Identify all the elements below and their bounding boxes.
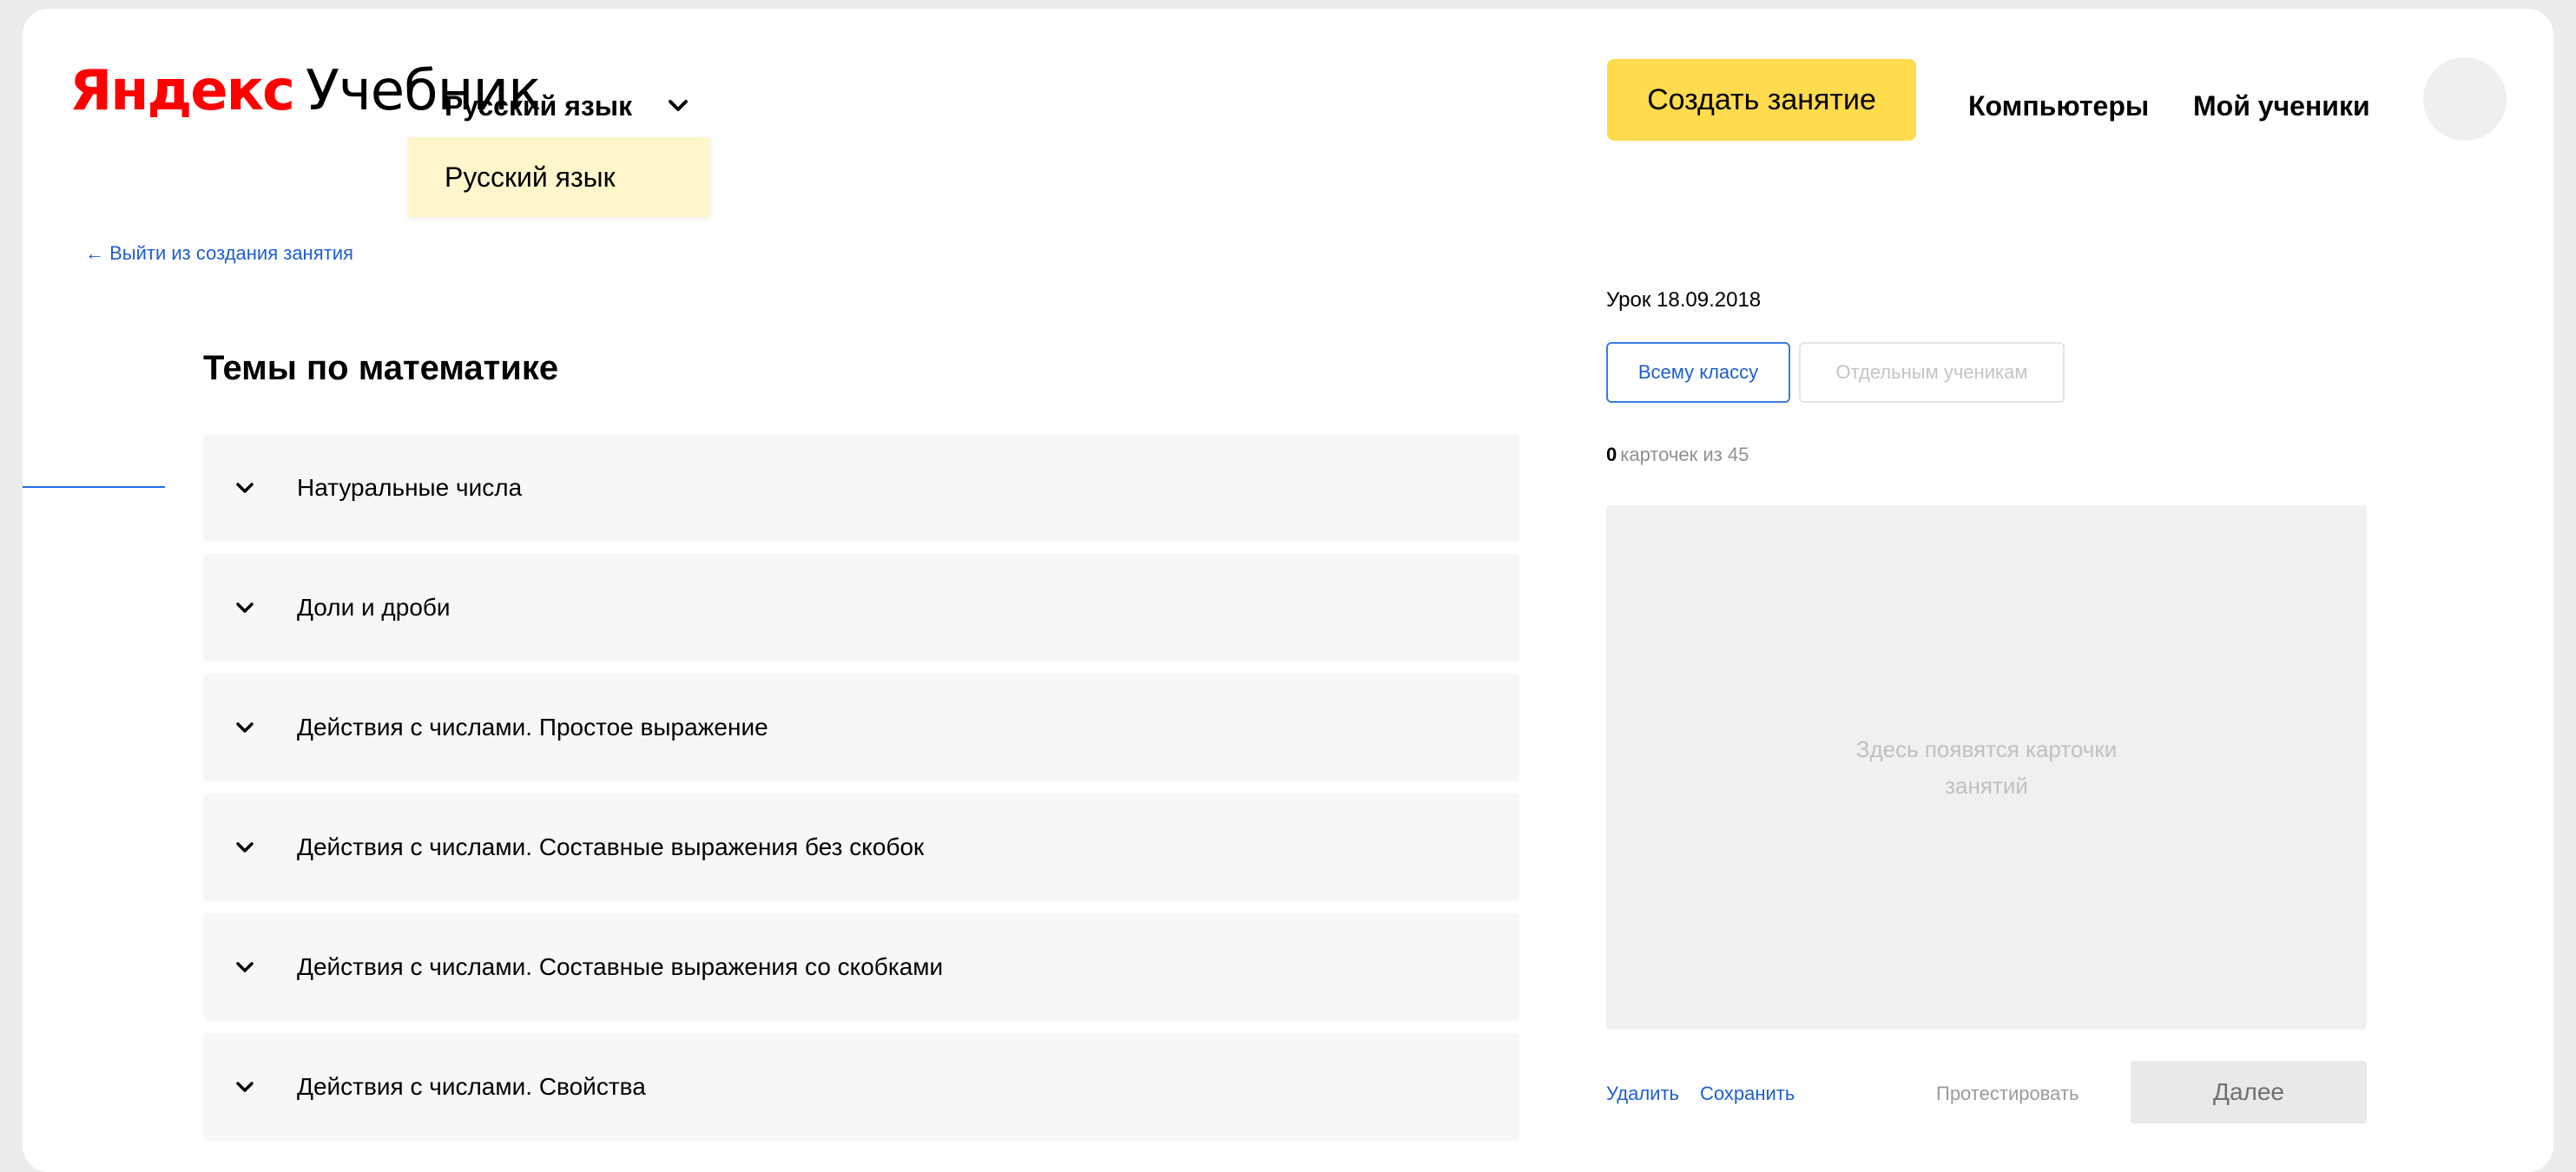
topic-label: Действия с числами. Свойства [297,1073,646,1100]
chevron-down-icon [227,830,262,865]
chevron-down-icon [227,950,262,984]
avatar[interactable] [2423,57,2507,141]
tab-whole-class[interactable]: Всему классу [1606,342,1790,403]
subject-selected-label: Русский язык [445,90,633,122]
topic-item[interactable]: Действия с числами. Свойства [203,1033,1519,1141]
topics-title: Темы по математике [203,349,559,387]
topic-item[interactable]: Доли и дроби [203,554,1519,662]
nav-my-students[interactable]: Мой ученики [2193,85,2370,127]
cards-counter: 0 карточек из 45 [1606,438,1749,472]
exit-lesson-creation-link[interactable]: ← Выйти из создания занятия [85,236,353,271]
chevron-down-icon [227,471,262,505]
logo-brand: Яндекс [69,59,295,123]
topic-label: Доли и дроби [297,594,451,621]
subject-dropdown-item[interactable]: Русский язык [408,137,710,217]
chevron-down-icon [227,1070,262,1104]
chevron-down-icon [669,100,688,111]
save-link[interactable]: Сохранить [1700,1077,1795,1111]
topic-label: Натуральные числа [297,474,523,501]
delete-link[interactable]: Удалить [1606,1077,1679,1111]
test-link[interactable]: Протестировать [1936,1077,2079,1111]
topic-item[interactable]: Действия с числами. Составные выражения … [203,913,1519,1021]
lesson-title: Урок 18.09.2018 [1606,288,1762,312]
create-lesson-button[interactable]: Создать занятие [1607,59,1916,141]
tab-individual-students[interactable]: Отдельным ученикам [1799,342,2065,403]
topic-item[interactable]: Действия с числами. Простое выражение [203,674,1519,781]
topic-label: Действия с числами. Составные выражения … [297,833,925,860]
topic-label: Действия с числами. Простое выражение [297,714,768,741]
nav-computers[interactable]: Компьютеры [1968,85,2149,127]
next-button[interactable]: Далее [2131,1061,2367,1123]
chevron-down-icon [227,590,262,625]
topic-label: Действия с числами. Составные выражения … [297,953,944,980]
app-window: Яндекс Учебник Русский язык Русский язык … [23,9,2553,1172]
topic-item[interactable]: Натуральные числа [203,434,1519,542]
chevron-down-icon [227,710,262,745]
cards-placeholder-text: Здесь появятся карточки занятий [1855,736,2118,799]
cards-drop-area: Здесь появятся карточки занятий [1606,505,2367,1030]
subject-dropdown-item-label: Русский язык [445,161,616,193]
cards-count-value: 0 [1606,444,1617,465]
subject-selector[interactable]: Русский язык [445,85,688,127]
topic-item[interactable]: Действия с числами. Составные выражения … [203,793,1519,901]
focus-indicator-line [23,486,165,488]
cards-count-text: карточек из 45 [1620,444,1749,465]
